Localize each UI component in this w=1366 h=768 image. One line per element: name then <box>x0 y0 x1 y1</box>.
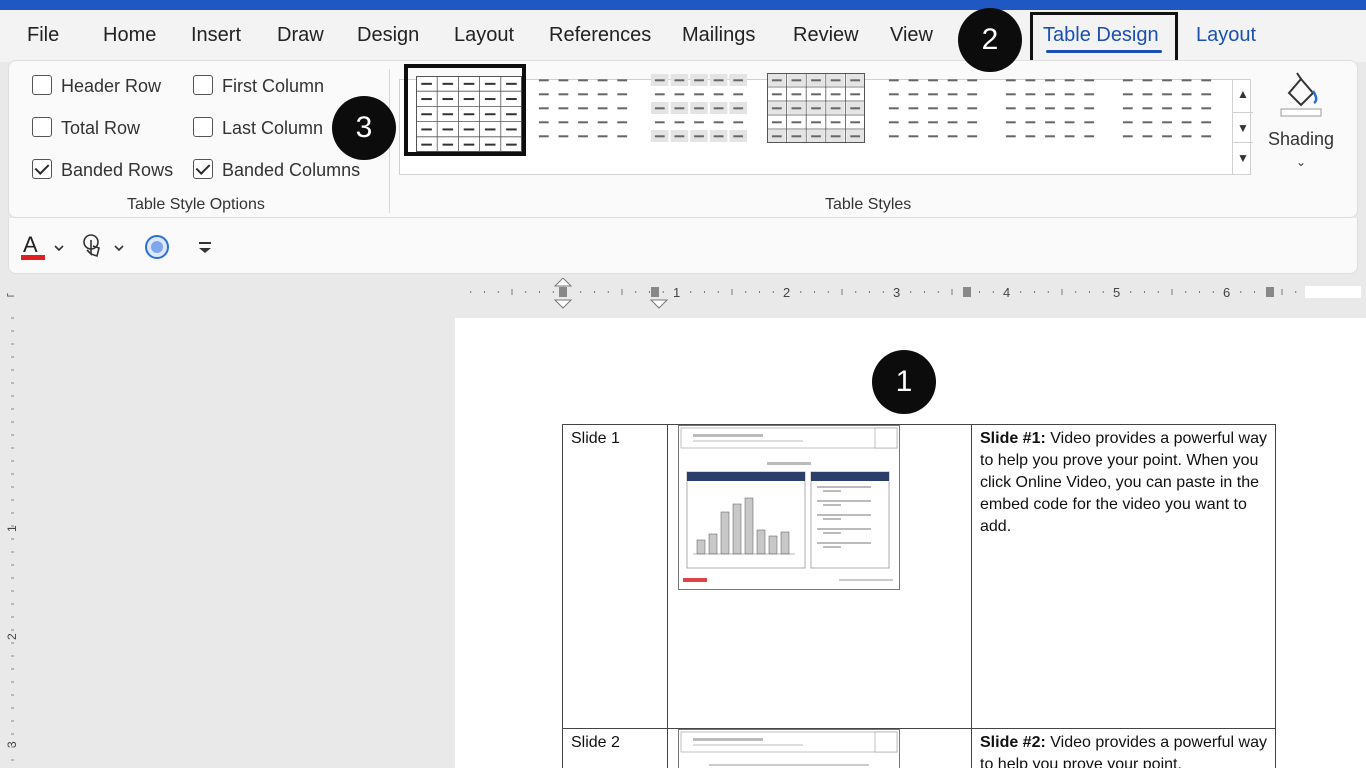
tab-file[interactable]: File <box>27 24 59 47</box>
checkbox-box <box>32 117 52 137</box>
checkbox-box <box>193 159 213 179</box>
highlight-box-table-design <box>1030 12 1178 64</box>
checkbox-box <box>193 117 213 137</box>
step-badge-2: 2 <box>958 8 1022 72</box>
table-style-icon <box>767 73 865 143</box>
chevron-up-icon[interactable]: ▲ <box>1233 79 1253 109</box>
gallery-scroll: ▲ ▼ ▼ <box>1232 79 1253 175</box>
table-style-icon <box>1005 79 1095 138</box>
quick-access-toolbar: A <box>8 218 1358 274</box>
first-column-label: First Column <box>222 76 325 96</box>
customize-qat-icon <box>199 242 211 253</box>
checkbox-box <box>32 75 52 95</box>
tab-review[interactable]: Review <box>793 24 859 47</box>
table-style-5[interactable] <box>884 73 982 143</box>
svg-text:6: 6 <box>1223 285 1230 300</box>
horizontal-ruler[interactable]: 1 2 3 4 5 6 <box>455 278 1366 310</box>
title-bar-strip <box>0 0 1366 10</box>
slide-chart-image <box>680 427 898 582</box>
table-cell-slide-label[interactable]: Slide 1 <box>562 424 668 729</box>
svg-text:1: 1 <box>5 525 19 532</box>
total-row-checkbox[interactable]: Total Row <box>32 117 140 139</box>
total-row-label: Total Row <box>61 118 141 138</box>
tab-references[interactable]: References <box>549 24 651 47</box>
tab-design[interactable]: Design <box>357 24 419 47</box>
font-color-icon: A <box>21 232 64 260</box>
slide-thumbnail-2 <box>678 729 900 768</box>
table-style-icon <box>1122 79 1212 138</box>
vertical-ruler[interactable]: 1 2 3 <box>0 310 26 768</box>
table-style-4[interactable] <box>767 73 865 143</box>
table-style-icon <box>888 79 978 138</box>
paint-bucket-icon <box>1280 72 1322 117</box>
table-cell-notes[interactable]: Slide #1: Video provides a powerful way … <box>971 424 1276 729</box>
svg-text:3: 3 <box>5 741 19 748</box>
banded-columns-label: Banded Columns <box>222 160 361 180</box>
svg-text:5: 5 <box>1113 285 1120 300</box>
last-column-checkbox[interactable]: Last Column <box>193 117 323 139</box>
header-row-checkbox[interactable]: Header Row <box>32 75 161 97</box>
table-row: Slide 1 Slide #1: Video provides a power… <box>562 424 1276 729</box>
touch-mode-icon <box>83 234 124 258</box>
table-style-3[interactable] <box>650 73 748 143</box>
slide-thumbnail-1 <box>678 425 900 590</box>
svg-text:2: 2 <box>783 285 790 300</box>
slide-image <box>680 731 898 766</box>
chevron-down-icon[interactable]: ▼ <box>1233 112 1253 142</box>
tab-draw[interactable]: Draw <box>277 24 324 47</box>
table-cell-thumbnail[interactable] <box>667 424 972 729</box>
tab-mailings[interactable]: Mailings <box>682 24 755 47</box>
record-button[interactable] <box>143 232 173 262</box>
slide-1-notes-bold: Slide #1: <box>980 430 1046 447</box>
checkbox-box <box>32 159 52 179</box>
svg-text:2: 2 <box>5 633 19 640</box>
font-color-button[interactable]: A <box>19 232 67 262</box>
gallery-more-icon[interactable]: ▼ <box>1233 142 1253 172</box>
table-styles-group-label: Table Styles <box>825 196 912 213</box>
svg-text:4: 4 <box>1003 285 1010 300</box>
checkbox-box <box>193 75 213 95</box>
tab-insert[interactable]: Insert <box>191 24 241 47</box>
table-row: Slide 2 Slide #2: Video provides a power… <box>562 728 1276 768</box>
table-style-icon <box>651 74 747 142</box>
svg-text:1: 1 <box>673 285 680 300</box>
first-column-checkbox[interactable]: First Column <box>193 75 324 97</box>
table-style-grid-selected[interactable] <box>404 64 526 156</box>
svg-text:3: 3 <box>893 285 900 300</box>
table-style-options-group-label: Table Style Options <box>127 196 265 213</box>
table-grid-icon <box>416 76 522 152</box>
table-style-2[interactable] <box>534 73 632 143</box>
tab-home[interactable]: Home <box>103 24 156 47</box>
step-badge-1: 1 <box>872 350 936 414</box>
table-style-7[interactable] <box>1118 73 1216 143</box>
table-style-icon <box>538 79 628 138</box>
shading-button[interactable]: Shading ⌄ <box>1263 67 1339 177</box>
table-cell-notes[interactable]: Slide #2: Video provides a powerful way … <box>971 728 1276 768</box>
document-table[interactable]: Slide 1 Slide #1: Video provides a power… <box>562 424 1276 768</box>
ribbon-table-design: Header Row Total Row Banded Rows First C… <box>8 60 1358 218</box>
tab-selector-icon[interactable]: ⌙ <box>6 288 15 301</box>
shading-label: Shading <box>1267 129 1335 149</box>
banded-rows-checkbox[interactable]: Banded Rows <box>32 159 173 181</box>
last-column-label: Last Column <box>222 118 324 138</box>
svg-text:A: A <box>23 232 38 257</box>
customize-qat-button[interactable] <box>195 232 215 262</box>
step-badge-3: 3 <box>332 96 396 160</box>
touch-mode-button[interactable] <box>79 232 129 262</box>
header-row-label: Header Row <box>61 76 162 96</box>
tab-layout[interactable]: Layout <box>454 24 514 47</box>
chevron-down-icon: ⌄ <box>1295 155 1307 169</box>
record-icon <box>145 235 169 259</box>
table-cell-slide-label[interactable]: Slide 2 <box>562 728 668 768</box>
banded-columns-checkbox[interactable]: Banded Columns <box>193 159 360 181</box>
table-style-6[interactable] <box>1001 73 1099 143</box>
tab-table-layout[interactable]: Layout <box>1196 24 1256 47</box>
slide-2-notes-bold: Slide #2: <box>980 734 1046 751</box>
tab-view[interactable]: View <box>890 24 933 47</box>
banded-rows-label: Banded Rows <box>61 160 174 180</box>
table-cell-thumbnail[interactable] <box>667 728 972 768</box>
